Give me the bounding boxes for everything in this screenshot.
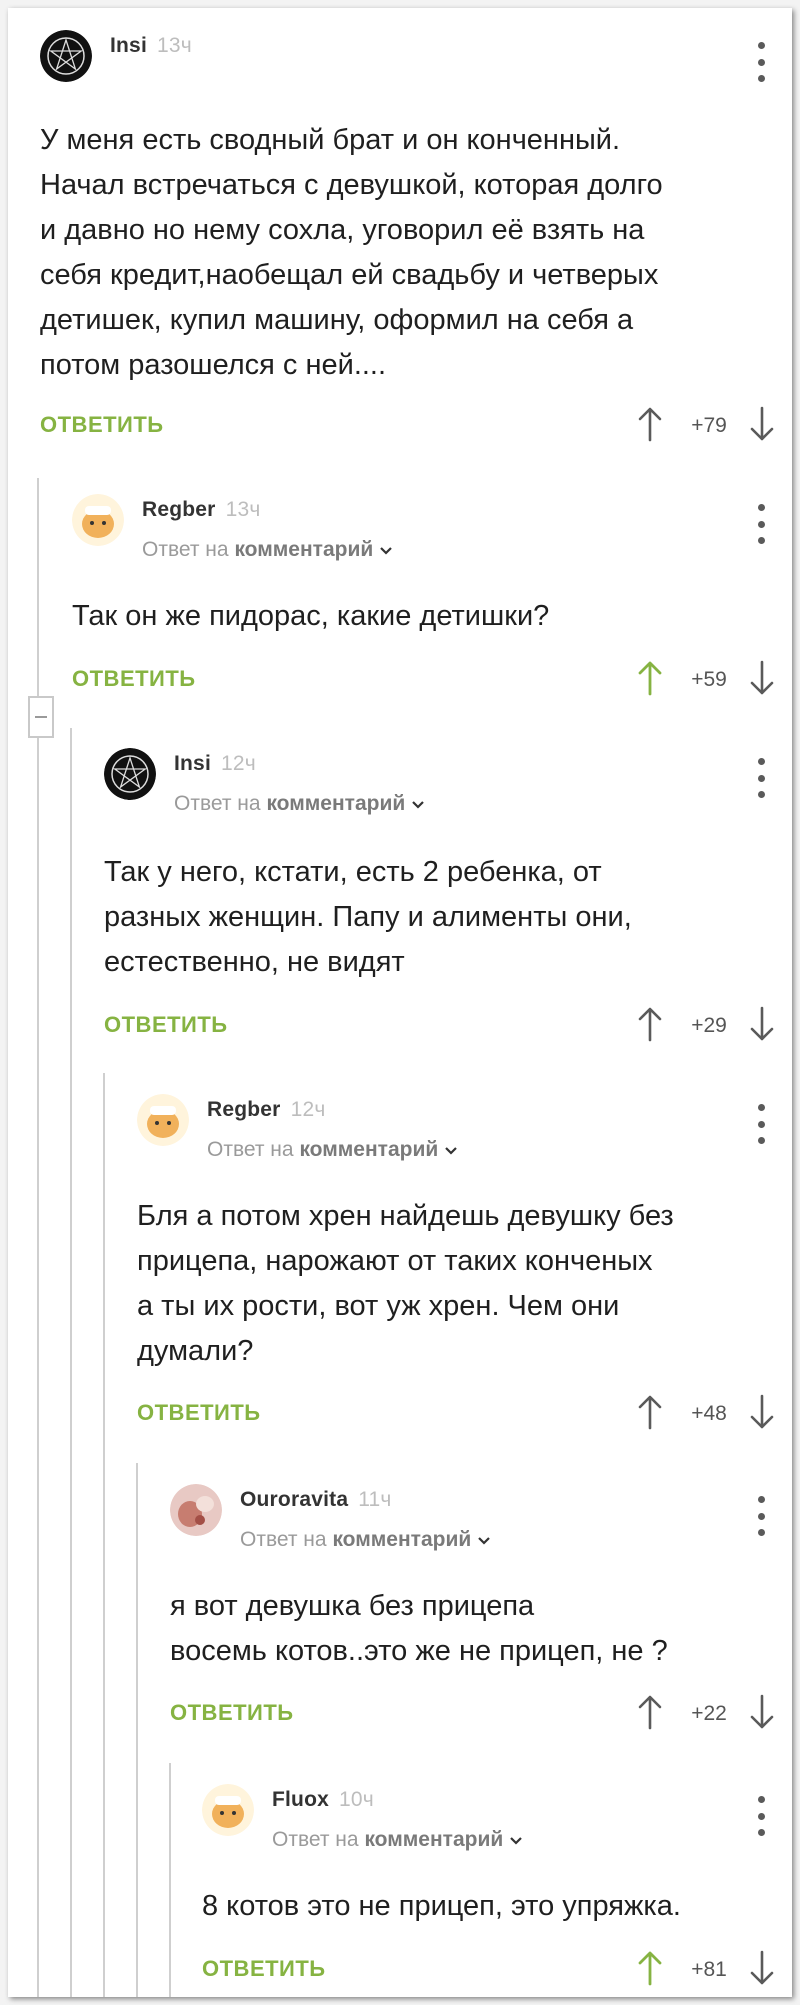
comments-thread: Insi 13ч У меня есть сводный брат и он ко… bbox=[8, 8, 792, 1997]
author-label[interactable]: Fluox bbox=[272, 1788, 329, 1811]
reply-to-link[interactable]: Ответ на комментарий bbox=[207, 1138, 458, 1162]
reply-to-link[interactable]: Ответ на комментарий bbox=[272, 1828, 523, 1852]
reply-to-prefix: Ответ на bbox=[142, 538, 229, 561]
downvote-arrow-icon[interactable] bbox=[748, 1694, 776, 1730]
score-value: +81 bbox=[691, 1958, 727, 1981]
comment: Regber 12ч Ответ на комментарий Бля а пот… bbox=[137, 1094, 774, 1430]
reply-button[interactable]: ОТВЕТИТЬ bbox=[104, 1012, 228, 1038]
more-options-icon[interactable] bbox=[757, 504, 765, 544]
reply-button[interactable]: ОТВЕТИТЬ bbox=[170, 1700, 294, 1726]
reply-to-link[interactable]: Ответ на комментарий bbox=[240, 1528, 491, 1552]
score-value: +59 bbox=[691, 668, 727, 691]
score-value: +79 bbox=[691, 414, 727, 437]
comment-text: я вот девушка без прицепа восемь котов..… bbox=[170, 1590, 668, 1667]
reply-button[interactable]: ОТВЕТИТЬ bbox=[40, 412, 164, 438]
upvote-arrow-icon[interactable] bbox=[636, 1950, 664, 1986]
comment-time: 12ч bbox=[290, 1098, 326, 1121]
author-name[interactable]: Regber 12ч bbox=[207, 1098, 325, 1122]
more-options-icon[interactable] bbox=[757, 42, 765, 82]
cartoon-face-avatar-icon[interactable] bbox=[72, 494, 124, 546]
comment-footer: ОТВЕТИТЬ +81 bbox=[202, 1950, 774, 1990]
reply-button[interactable]: ОТВЕТИТЬ bbox=[202, 1956, 326, 1982]
comment-text: Бля а потом хрен найдешь девушку без при… bbox=[137, 1200, 674, 1367]
author-label[interactable]: Ouroravita bbox=[240, 1488, 348, 1511]
downvote-arrow-icon[interactable] bbox=[748, 1394, 776, 1430]
cartoon-face-avatar-icon[interactable] bbox=[137, 1094, 189, 1146]
downvote-arrow-icon[interactable] bbox=[748, 406, 776, 442]
pentagram-avatar-icon[interactable] bbox=[40, 30, 92, 82]
upvote-arrow-icon[interactable] bbox=[636, 1006, 664, 1042]
downvote-arrow-icon[interactable] bbox=[748, 1950, 776, 1986]
more-options-icon[interactable] bbox=[757, 1796, 765, 1836]
more-options-icon[interactable] bbox=[757, 1104, 765, 1144]
comment-text: Так у него, кстати, есть 2 ребенка, от р… bbox=[104, 856, 632, 978]
author-name[interactable]: Regber 13ч bbox=[142, 498, 260, 522]
reply-to-prefix: Ответ на bbox=[272, 1828, 359, 1851]
comment-text: 8 котов это не прицеп, это упряжка. bbox=[202, 1890, 681, 1922]
upvote-arrow-icon[interactable] bbox=[636, 1694, 664, 1730]
score-value: +22 bbox=[691, 1702, 727, 1725]
author-label[interactable]: Insi bbox=[174, 752, 211, 775]
comment-footer: ОТВЕТИТЬ +79 bbox=[40, 406, 774, 446]
comment: Insi 12ч Ответ на комментарий Так у него,… bbox=[104, 748, 774, 1042]
comment-footer: ОТВЕТИТЬ +29 bbox=[104, 1006, 774, 1046]
reply-to-prefix: Ответ на bbox=[240, 1528, 327, 1551]
reply-to-prefix: Ответ на bbox=[174, 792, 261, 815]
comment: Ouroravita 11ч Ответ на комментарий я вот… bbox=[170, 1484, 774, 1730]
cartoon-face-avatar-icon[interactable] bbox=[202, 1784, 254, 1836]
author-name[interactable]: Fluox 10ч bbox=[272, 1788, 374, 1812]
reply-button[interactable]: ОТВЕТИТЬ bbox=[137, 1400, 261, 1426]
comment: Insi 13ч У меня есть сводный брат и он ко… bbox=[40, 30, 774, 442]
comment-time: 10ч bbox=[339, 1788, 374, 1811]
thread-line bbox=[70, 728, 72, 1997]
reply-to-prefix: Ответ на bbox=[207, 1138, 294, 1161]
comment-text: Так он же пидорас, какие детишки? bbox=[72, 600, 550, 632]
more-options-icon[interactable] bbox=[757, 1496, 765, 1536]
comment-footer: ОТВЕТИТЬ +48 bbox=[137, 1394, 774, 1434]
chevron-down-icon[interactable] bbox=[411, 792, 425, 816]
author-name[interactable]: Ouroravita 11ч bbox=[240, 1488, 392, 1512]
downvote-arrow-icon[interactable] bbox=[748, 1006, 776, 1042]
reply-to-target[interactable]: комментарий bbox=[234, 538, 373, 561]
score-value: +29 bbox=[691, 1014, 727, 1037]
comment-time: 13ч bbox=[225, 498, 261, 521]
reply-to-target[interactable]: комментарий bbox=[332, 1528, 471, 1551]
reply-to-link[interactable]: Ответ на комментарий bbox=[174, 792, 425, 816]
comment: Fluox 10ч Ответ на комментарий 8 котов эт… bbox=[202, 1784, 774, 1986]
comment-time: 11ч bbox=[358, 1488, 392, 1511]
thread-line bbox=[169, 1763, 171, 1997]
author-label[interactable]: Regber bbox=[142, 498, 216, 521]
reply-to-target[interactable]: комментарий bbox=[364, 1828, 503, 1851]
reply-to-target[interactable]: комментарий bbox=[299, 1138, 438, 1161]
reply-button[interactable]: ОТВЕТИТЬ bbox=[72, 666, 196, 692]
author-name[interactable]: Insi 12ч bbox=[174, 752, 256, 776]
pentagram-avatar-icon[interactable] bbox=[104, 748, 156, 800]
upvote-arrow-icon[interactable] bbox=[636, 1394, 664, 1430]
thread-line bbox=[136, 1463, 138, 1997]
chevron-down-icon[interactable] bbox=[477, 1528, 491, 1552]
upvote-arrow-icon[interactable] bbox=[636, 660, 664, 696]
comment: Regber 13ч Ответ на комментарий Так он же… bbox=[72, 494, 774, 696]
author-name[interactable]: Insi 13ч bbox=[110, 34, 192, 58]
comment-time: 12ч bbox=[220, 752, 256, 775]
more-options-icon[interactable] bbox=[757, 758, 765, 798]
score-value: +48 bbox=[691, 1402, 727, 1425]
comment-text: У меня есть сводный брат и он конченный.… bbox=[40, 124, 663, 381]
thread-line bbox=[103, 1073, 105, 1997]
upvote-arrow-icon[interactable] bbox=[636, 406, 664, 442]
comment-time: 13ч bbox=[156, 34, 192, 57]
reply-to-link[interactable]: Ответ на комментарий bbox=[142, 538, 393, 562]
chevron-down-icon[interactable] bbox=[379, 538, 393, 562]
comment-footer: ОТВЕТИТЬ +22 bbox=[170, 1694, 774, 1734]
comment-footer: ОТВЕТИТЬ +59 bbox=[72, 660, 774, 700]
downvote-arrow-icon[interactable] bbox=[748, 660, 776, 696]
chevron-down-icon[interactable] bbox=[509, 1828, 523, 1852]
author-label[interactable]: Regber bbox=[207, 1098, 281, 1121]
author-label[interactable]: Insi bbox=[110, 34, 147, 57]
photo-avatar-icon[interactable] bbox=[170, 1484, 222, 1536]
chevron-down-icon[interactable] bbox=[444, 1138, 458, 1162]
reply-to-target[interactable]: комментарий bbox=[266, 792, 405, 815]
collapse-thread-button[interactable] bbox=[28, 696, 54, 738]
